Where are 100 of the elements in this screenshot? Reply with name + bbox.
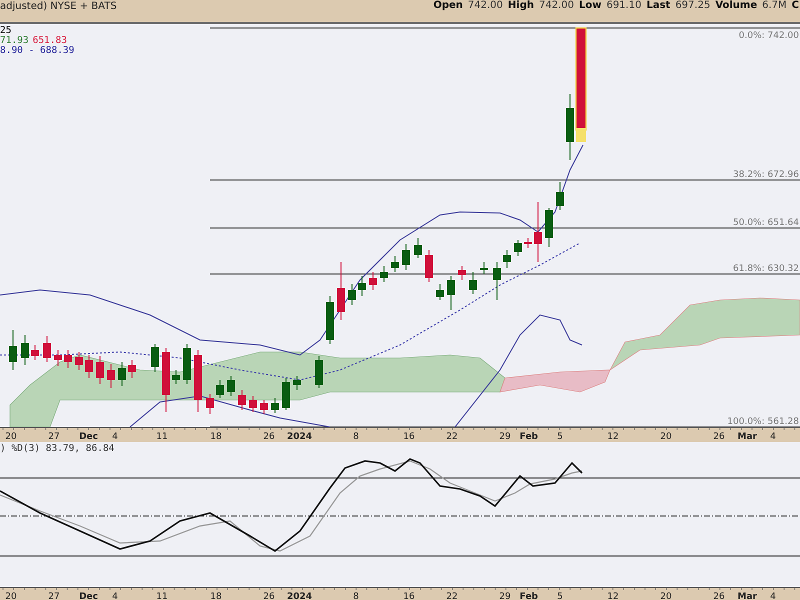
date-label: 4 — [112, 432, 118, 442]
candlestick — [545, 208, 553, 248]
date-label: 22 — [446, 592, 458, 600]
candlestick — [524, 238, 532, 248]
quote-value: 742.00 — [468, 0, 503, 11]
date-label: Dec — [79, 592, 98, 600]
candlestick — [414, 238, 422, 258]
date-label: 20 — [660, 432, 672, 442]
quote-value: 6.7M — [762, 0, 787, 11]
date-label: 26 — [713, 592, 725, 600]
candlestick — [151, 344, 159, 372]
date-label: 8 — [353, 592, 359, 600]
candlestick — [43, 336, 51, 362]
date-label: 20 — [5, 432, 17, 442]
candlestick — [64, 350, 72, 368]
date-label: 5 — [557, 592, 563, 600]
candlestick — [271, 398, 279, 414]
date-label: Mar — [738, 432, 757, 442]
legend-value: 25 — [0, 26, 12, 36]
date-label: 18 — [210, 592, 222, 600]
date-label: 2024 — [286, 432, 312, 442]
date-label: 16 — [403, 432, 415, 442]
date-label: 29 — [499, 592, 511, 600]
candlestick — [514, 240, 522, 256]
candlestick — [54, 350, 62, 366]
legend-value: 8.90 - 688.39 — [0, 46, 74, 56]
candlestick — [358, 276, 366, 296]
date-label: 16 — [403, 592, 415, 600]
date-label: 29 — [499, 432, 511, 442]
date-label: 8 — [353, 432, 359, 442]
date-label: 4 — [770, 592, 776, 600]
candlestick — [118, 362, 126, 386]
quote-label: Low — [578, 0, 602, 11]
candlestick — [96, 356, 104, 384]
candlestick — [480, 262, 488, 274]
fib-level-label: 100.0%: 561.28 — [727, 417, 799, 427]
date-label: 20 — [660, 592, 672, 600]
date-label: 11 — [156, 432, 168, 442]
quote-label: Volume — [715, 0, 758, 11]
fib-level-label: 38.2%: 672.96 — [733, 170, 799, 180]
date-label: 26 — [263, 432, 275, 442]
quote-label: C — [792, 0, 799, 11]
quote-value: 742.00 — [538, 0, 574, 11]
candlestick — [249, 396, 257, 412]
quote-value: 697.25 — [675, 0, 710, 11]
date-label: Feb — [520, 592, 538, 600]
candlestick — [282, 378, 290, 410]
candlestick — [493, 262, 501, 300]
candlestick — [128, 360, 136, 378]
date-label: 20 — [5, 592, 17, 600]
quote-label: High — [508, 0, 534, 11]
date-label: 27 — [48, 432, 60, 442]
date-label: 4 — [770, 432, 776, 442]
candlestick — [75, 352, 83, 370]
candlestick — [206, 394, 214, 414]
date-label: 12 — [607, 592, 619, 600]
candlestick — [337, 262, 345, 320]
candlestick — [380, 266, 388, 282]
date-label: Dec — [79, 432, 98, 442]
candlestick — [107, 364, 115, 388]
fib-level-label: 61.8%: 630.32 — [733, 264, 799, 274]
candlestick — [436, 284, 444, 300]
candlestick — [162, 348, 170, 412]
candlestick — [227, 376, 235, 396]
quote-value: 691.10 — [606, 0, 642, 11]
date-label: 11 — [156, 592, 168, 600]
candlestick — [556, 182, 564, 210]
candlestick — [216, 380, 224, 398]
candlestick — [402, 244, 410, 270]
candlestick — [326, 296, 334, 344]
quote-label: Last — [646, 0, 670, 11]
candlestick — [469, 272, 477, 294]
date-label: Feb — [520, 432, 538, 442]
fib-level-label: 50.0%: 651.64 — [733, 218, 799, 228]
date-label: 12 — [607, 432, 619, 442]
candlestick — [31, 344, 39, 360]
legend-value: 71.93 — [0, 36, 29, 46]
date-label: 27 — [48, 592, 60, 600]
stochastic-legend: ) %D(3) 83.79, 86.84 — [0, 443, 114, 454]
date-label: 26 — [263, 592, 275, 600]
candlestick — [348, 284, 356, 306]
candlestick — [369, 272, 377, 290]
candlestick — [21, 334, 29, 366]
candlestick — [458, 266, 466, 280]
candlestick — [260, 400, 268, 414]
date-label: Mar — [738, 592, 757, 600]
candlestick — [238, 390, 246, 410]
date-label: 4 — [112, 592, 118, 600]
fib-level-label: 0.0%: 742.00 — [738, 31, 799, 41]
candlestick — [391, 256, 399, 272]
date-label: 22 — [446, 432, 458, 442]
candlestick — [425, 250, 433, 282]
candlestick — [9, 330, 17, 370]
date-label: 5 — [557, 432, 563, 442]
candlestick — [172, 370, 180, 384]
exchange-title: adjusted) NYSE + BATS — [0, 1, 117, 12]
candlestick — [534, 202, 542, 262]
candlestick — [293, 376, 301, 390]
candlestick — [194, 350, 202, 412]
quote-label: Open — [433, 0, 463, 11]
